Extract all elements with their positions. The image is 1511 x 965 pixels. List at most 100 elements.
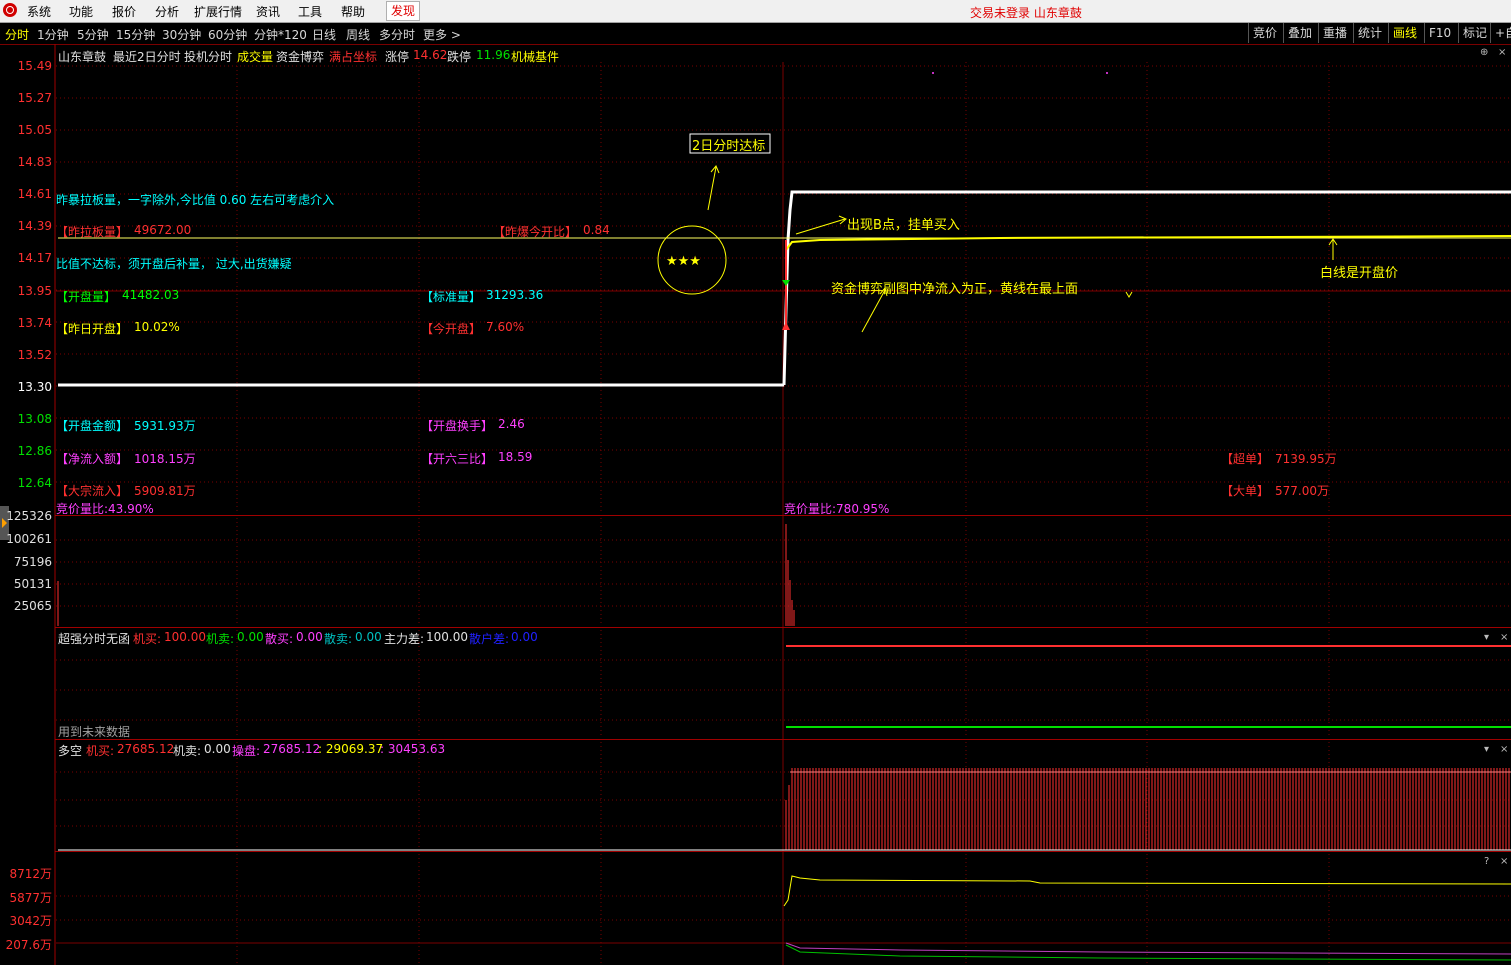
- panel-separator: [55, 515, 1511, 516]
- recent-2day-label[interactable]: 最近2日分时: [113, 48, 181, 65]
- ind1-retail-sell-label: 散卖:: [324, 632, 353, 646]
- restore-icon[interactable]: ⊕: [1480, 47, 1488, 58]
- super-order: 7139.95万: [1275, 452, 1337, 466]
- limit-up-value: 14.62: [413, 48, 448, 62]
- ind1-retail-sell-value: 0.00: [355, 630, 382, 644]
- std-volume-label: 【标准量】: [421, 290, 482, 304]
- star-rating: ★★★: [666, 254, 701, 269]
- open-volume: 41482.03: [122, 288, 180, 302]
- bulk-inflow-label: 【大宗流入】: [56, 484, 129, 498]
- today-open: 7.60%: [486, 320, 525, 334]
- open-amount-label: 【开盘金额】: [56, 419, 129, 433]
- price-label: 14.17: [17, 251, 52, 265]
- net-inflow: 1018.15万: [134, 452, 196, 466]
- super-order-label: 【超单】: [1221, 452, 1270, 466]
- std-volume: 31293.36: [486, 288, 544, 302]
- fund-label: 207.6万: [5, 938, 52, 952]
- net-inflow-label: 【净流入额】: [56, 452, 129, 466]
- ind2-op-value: 27685.12: [263, 742, 321, 756]
- big-order: 577.00万: [1275, 484, 1329, 498]
- ratio-value: 0.84: [583, 223, 610, 237]
- ind2-title[interactable]: 多空: [58, 742, 82, 759]
- prev-open-label: 【昨日开盘】: [56, 322, 129, 336]
- open-turnover-label: 【开盘换手】: [421, 419, 494, 433]
- limit-up-label: 涨停: [385, 50, 410, 64]
- fund-flow-note: 资金博弈副图中净流入为正，黄线在最上面: [831, 282, 1079, 297]
- volume-label: 75196: [13, 555, 52, 569]
- full-axis-toggle[interactable]: 满占坐标: [329, 48, 377, 65]
- price-label: 14.39: [17, 219, 52, 233]
- open-turnover: 2.46: [498, 417, 525, 431]
- fund-game-toggle[interactable]: 资金博弈: [276, 48, 324, 65]
- stock-name: 山东章鼓: [58, 50, 107, 64]
- close-icon[interactable]: ×: [1500, 856, 1508, 867]
- ratio-163: 18.59: [498, 450, 533, 464]
- fund-flow-line-2: [785, 942, 1511, 955]
- price-label: 15.05: [17, 123, 52, 137]
- ind1-main-diff-label: 主力差:: [384, 632, 425, 646]
- today-open-label: 【今开盘】: [421, 322, 482, 336]
- ind2-buy-value: 27685.12: [117, 742, 175, 756]
- price-label: 12.64: [17, 476, 52, 490]
- limit-down-value: 11.96: [476, 48, 511, 62]
- fund-label: 8712万: [9, 867, 52, 881]
- close-icon[interactable]: ×: [1500, 744, 1508, 755]
- panel-separator: [55, 851, 1511, 852]
- volume-toggle[interactable]: 成交量: [237, 48, 273, 65]
- ind1-retail-buy-label: 散买:: [265, 632, 294, 646]
- panel-separator: [55, 627, 1511, 628]
- prev-limit-volume: 49672.00: [134, 223, 192, 237]
- chevron-down-icon[interactable]: ▾: [1484, 632, 1489, 643]
- ind1-title[interactable]: 超强分时无函: [58, 630, 130, 647]
- long-short-bars: [785, 768, 1510, 850]
- note-ratio-warning: 比值不达标，须开盘后补量， 过大,出货嫌疑: [56, 257, 292, 271]
- volume-label: 125326: [6, 509, 52, 523]
- prev-open: 10.02%: [134, 320, 180, 334]
- close-icon[interactable]: ×: [1500, 632, 1508, 643]
- fund-label: 5877万: [9, 891, 52, 905]
- ind1-buy-label: 机买:: [133, 632, 162, 646]
- ratio-163-label: 【开六三比】: [421, 452, 494, 466]
- price-label: 13.08: [17, 412, 52, 426]
- ind1-retail-buy-value: 0.00: [296, 630, 323, 644]
- limit-down-label: 跌停: [447, 50, 472, 64]
- fund-label: 3042万: [9, 914, 52, 928]
- price-label: 14.61: [17, 187, 52, 201]
- price-label: 12.86: [17, 444, 52, 458]
- ratio-label: 【昨爆今开比】: [493, 225, 578, 239]
- price-label: 13.74: [17, 316, 52, 330]
- ind1-sell-value: 0.00: [237, 630, 264, 644]
- ind1-buy-value: 100.00: [164, 630, 206, 644]
- ind2-sell-label: 机卖:: [173, 744, 202, 758]
- auction-ratio-left: 竞价量比:43.90%: [56, 502, 154, 516]
- volume-label: 50131: [13, 577, 52, 591]
- big-order-label: 【大单】: [1221, 484, 1270, 498]
- open-amount: 5931.93万: [134, 419, 196, 433]
- close-icon[interactable]: ×: [1498, 47, 1506, 58]
- b-point-note: 出现B点，挂单买入: [847, 218, 960, 233]
- price-label: 15.49: [17, 59, 52, 73]
- ind2-op-label: 操盘:: [232, 744, 261, 758]
- ind2-buy-label: 机买:: [86, 744, 115, 758]
- open-volume-label: 【开盘量】: [56, 290, 117, 304]
- dot-marker: [932, 72, 934, 74]
- auction-ratio-mid: 竞价量比:780.95%: [784, 502, 890, 516]
- ind1-retail-diff-label: 散户差:: [469, 632, 510, 646]
- volume-label: 25065: [13, 599, 52, 613]
- price-label: 13.52: [17, 348, 52, 362]
- panel-separator: [55, 739, 1511, 740]
- ind2-sell-value: 0.00: [204, 742, 231, 756]
- chevron-down-icon[interactable]: ▾: [1484, 744, 1489, 755]
- ind2-value-3: : 30453.63: [380, 742, 446, 756]
- price-label: 13.30: [17, 380, 52, 394]
- volume-bars: [57, 524, 795, 626]
- help-icon[interactable]: ?: [1484, 856, 1489, 867]
- target-label: 2日分时达标: [692, 139, 766, 154]
- open-line-note: 白线是开盘价: [1320, 266, 1399, 281]
- ind1-retail-diff-value: 0.00: [511, 630, 538, 644]
- dot-marker: [1106, 72, 1108, 74]
- note-volume-ratio: 昨暴拉板量，一字除外,今比值 0.60 左右可考虑介入: [56, 193, 335, 207]
- spec-intraday-label[interactable]: 投机分时: [184, 48, 232, 65]
- price-label: 13.95: [17, 284, 52, 298]
- sector-label: 机械基件: [511, 50, 560, 64]
